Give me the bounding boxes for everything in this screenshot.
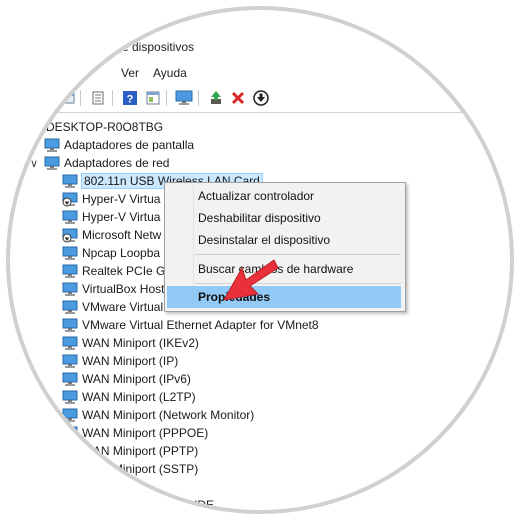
help-icon[interactable]: ? xyxy=(120,88,140,108)
device-row[interactable]: Npcap Loopba xyxy=(62,244,160,262)
menu-bar: ción Ver Ayuda xyxy=(0,64,520,84)
network-card-icon xyxy=(62,318,78,332)
category-network-adapters[interactable]: Adaptadores de red xyxy=(44,154,169,172)
network-card-down-icon xyxy=(62,228,78,243)
device-label: WAN Miniport (PPPOE) xyxy=(82,426,209,440)
device-label: VMware Virtual xyxy=(82,300,164,314)
device-label: VMware Virtual Ethernet Adapter for VMne… xyxy=(82,318,319,332)
network-card-icon xyxy=(62,426,78,440)
device-row[interactable]: WAN Miniport (IP) xyxy=(62,352,178,370)
device-label: WAN Miniport (PPTP) xyxy=(82,444,199,458)
device-row[interactable]: Realtek PCIe GE xyxy=(62,262,173,280)
network-card-icon xyxy=(62,264,78,278)
device-label: WAN Miniport (IKEv2) xyxy=(82,336,199,350)
display-adapter-icon xyxy=(44,138,60,152)
network-card-icon xyxy=(62,210,78,224)
menu-item-update-driver[interactable]: Actualizar controlador xyxy=(167,185,401,207)
toolbar-separator xyxy=(112,90,113,106)
toolbar: ? xyxy=(0,86,520,110)
device-label: Hyper-V Virtua xyxy=(82,192,161,206)
network-card-icon xyxy=(62,174,78,188)
network-card-icon xyxy=(62,390,78,404)
toolbar-separator xyxy=(166,90,167,106)
device-row[interactable]: Hyper-V Virtua xyxy=(62,208,160,226)
device-label: Npcap Loopba xyxy=(82,246,161,260)
category-display-adapters[interactable]: Adaptadores de pantalla xyxy=(44,136,194,154)
device-row[interactable]: Microsoft Netw xyxy=(62,226,161,244)
toolbar-separator xyxy=(80,90,81,106)
toolbar-separator xyxy=(198,90,199,106)
menu-separator xyxy=(195,254,401,255)
window-title: e dispositivos xyxy=(122,40,195,54)
device-row[interactable]: WAN Miniport (IKEv2) xyxy=(62,334,199,352)
device-row[interactable]: VMware Virtual Ethernet Adapter for VMne… xyxy=(62,316,319,334)
device-row[interactable]: WAN Miniport (L2TP) xyxy=(62,388,196,406)
device-row[interactable]: WAN Miniport (IPv6) xyxy=(62,370,191,388)
network-card-down-icon xyxy=(62,192,78,207)
device-label: WAN Miniport (IP) xyxy=(82,354,179,368)
menu-item-properties[interactable]: Propiedades xyxy=(167,286,401,308)
properties-icon[interactable] xyxy=(88,88,108,108)
device-row[interactable]: WAN Miniport (Network Monitor) xyxy=(62,406,254,424)
network-card-icon xyxy=(62,354,78,368)
device-row[interactable]: WAN Miniport (PPPOE) xyxy=(62,424,208,442)
menu-item-uninstall-device[interactable]: Desinstalar el dispositivo xyxy=(167,229,401,251)
category-label: ción xyxy=(130,480,153,494)
properties-sheet-icon[interactable] xyxy=(143,88,163,108)
category-partial[interactable]: ción xyxy=(130,478,152,496)
device-label: Realtek PCIe GE xyxy=(82,264,174,278)
chevron-down-icon[interactable]: ∨ xyxy=(30,157,38,170)
context-menu: Actualizar controlador Deshabilitar disp… xyxy=(164,182,406,312)
device-label: WAN Miniport (Network Monitor) xyxy=(82,408,255,422)
device-row[interactable]: Hyper-V Virtua xyxy=(62,190,160,208)
menu-item-scan-hardware[interactable]: Buscar cambios de hardware xyxy=(167,258,401,280)
network-card-icon xyxy=(62,444,78,458)
back-icon[interactable] xyxy=(58,88,78,108)
device-row[interactable]: WAN Miniport (PPTP) xyxy=(62,442,198,460)
toolbar-divider xyxy=(0,112,520,113)
uninstall-icon[interactable] xyxy=(228,88,248,108)
update-driver-icon[interactable] xyxy=(206,88,226,108)
menu-item-disable-device[interactable]: Deshabilitar dispositivo xyxy=(167,207,401,229)
device-label: WAN Miniport (L2TP) xyxy=(82,390,196,404)
network-adapter-icon xyxy=(44,156,60,170)
title-bar: e dispositivos xyxy=(0,36,520,60)
menu-action[interactable]: ción xyxy=(68,66,90,80)
device-label: WAN Miniport (SSTP) xyxy=(82,462,199,476)
category-label: Adaptadores de red xyxy=(64,156,170,170)
monitor-icon[interactable] xyxy=(174,88,194,108)
device-label: VirtualBox Host xyxy=(82,282,165,296)
red-arrow-icon xyxy=(223,259,279,301)
network-card-icon xyxy=(62,282,78,296)
menu-view[interactable]: Ver xyxy=(121,66,139,80)
device-label: Microsoft Netw xyxy=(82,228,162,242)
network-card-icon xyxy=(62,300,78,314)
device-row[interactable]: WAN Miniport (SSTP) xyxy=(62,460,198,478)
network-card-icon xyxy=(62,408,78,422)
device-label: Hyper-V Virtua xyxy=(82,210,161,224)
device-row[interactable]: VMware Virtual xyxy=(62,298,163,316)
network-card-icon xyxy=(62,246,78,260)
category-partial[interactable]: APLUDE xyxy=(166,496,214,514)
device-label: WAN Miniport (IPv6) xyxy=(82,372,191,386)
network-card-icon xyxy=(62,372,78,386)
network-card-icon xyxy=(62,462,78,476)
device-manager-window: e dispositivos ción Ver Ayuda ? DESKTOP-… xyxy=(0,0,520,520)
svg-text:?: ? xyxy=(127,94,134,106)
network-card-icon xyxy=(62,336,78,350)
device-row[interactable]: VirtualBox Host xyxy=(62,280,164,298)
computer-name: DESKTOP-R0O8TBG xyxy=(46,120,164,134)
category-label: Adaptadores de pantalla xyxy=(64,138,195,152)
download-icon[interactable] xyxy=(251,88,271,108)
tree-root[interactable]: DESKTOP-R0O8TBG xyxy=(46,118,163,136)
category-label: APLUDE xyxy=(166,498,215,512)
menu-help[interactable]: Ayuda xyxy=(153,66,187,80)
